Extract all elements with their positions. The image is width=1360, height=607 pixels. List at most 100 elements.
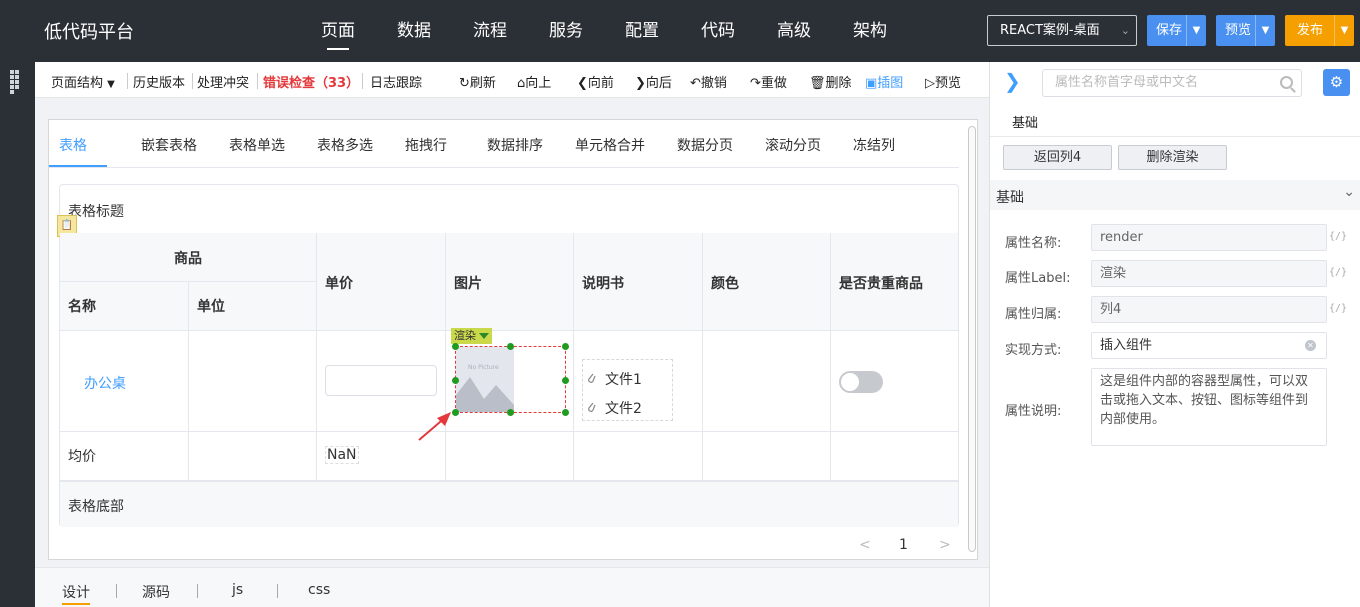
nav-service[interactable]: 服务	[528, 0, 604, 62]
clear-icon[interactable]: ✕	[1305, 340, 1316, 351]
nav-flow[interactable]: 流程	[452, 0, 528, 62]
header-price-label: 单价	[325, 276, 353, 292]
render-slot-tag[interactable]: 渲染	[451, 328, 492, 344]
image-icon: ▣	[865, 76, 878, 91]
tab-freeze-column[interactable]: 冻结列	[853, 135, 895, 155]
gear-icon[interactable]: ⚙	[1323, 69, 1350, 96]
tab-merge-cells[interactable]: 单元格合并	[575, 135, 645, 155]
move-up-button[interactable]: ⌂向上	[517, 72, 551, 91]
insert-image-button[interactable]: ▣插图	[865, 72, 903, 91]
conflict-button[interactable]: 处理冲突	[197, 72, 249, 91]
chevron-right-icon[interactable]: ❯	[1004, 69, 1021, 93]
redo-button[interactable]: ↷重做	[750, 72, 787, 91]
nav-architecture[interactable]: 架构	[832, 0, 908, 62]
save-button[interactable]: 保存 ▼	[1147, 15, 1206, 46]
next-page-button[interactable]: >	[939, 537, 951, 553]
property-search-input[interactable]: 属性名称首字母或中文名	[1042, 69, 1302, 97]
delete-render-button[interactable]: 删除渲染	[1118, 145, 1227, 170]
refresh-button[interactable]: ↻刷新	[459, 72, 496, 91]
image-placeholder[interactable]: No Picture	[456, 347, 514, 412]
prop-description: 这是组件内部的容器型属性，可以双击或拖入文本、按钮、图标等组件到内部使用。	[1091, 368, 1327, 446]
preview-button[interactable]: 预览 ▼	[1216, 15, 1275, 46]
cell-image: 渲染 No Picture	[446, 328, 574, 432]
error-check-button[interactable]: 错误检查（33）	[263, 72, 359, 91]
resize-handle[interactable]	[452, 343, 459, 350]
expression-icon[interactable]: {/}	[1329, 267, 1347, 278]
header-color-label: 颜色	[711, 276, 739, 292]
tab-nested-table[interactable]: 嵌套表格	[141, 135, 197, 155]
prop-label-field[interactable]: 渲染	[1091, 260, 1327, 287]
preview-page-button[interactable]: ▷预览	[925, 72, 961, 91]
back-to-column-button[interactable]: 返回列4	[1003, 145, 1112, 170]
resize-handle[interactable]	[452, 377, 459, 384]
tab-pagination[interactable]: 数据分页	[677, 135, 733, 155]
table-footer-row: 表格底部	[60, 481, 958, 527]
publish-button[interactable]: 发布 ▼	[1285, 15, 1354, 46]
undo-label: 撤销	[700, 76, 727, 91]
group-basic-header[interactable]: 基础 ⌄	[990, 180, 1360, 210]
prop-impl-select[interactable]: 插入组件 ✕	[1091, 332, 1327, 359]
cell-color	[703, 331, 831, 432]
prop-owner-field[interactable]: 列4	[1091, 296, 1327, 323]
tab-source[interactable]: 源码	[142, 582, 170, 602]
header-unit: 单位	[189, 282, 317, 331]
tab-basic[interactable]: 基础	[1012, 112, 1038, 131]
resize-handle[interactable]	[562, 343, 569, 350]
caret-down-icon[interactable]: ▼	[1255, 15, 1275, 46]
nav-page[interactable]: 页面	[300, 0, 376, 62]
play-icon: ▷	[925, 76, 935, 91]
move-forward-label: 向前	[587, 76, 614, 91]
valuable-toggle[interactable]	[839, 371, 883, 393]
delete-button[interactable]: 🗑删除	[809, 72, 852, 91]
delete-label: 删除	[825, 76, 852, 91]
expression-icon[interactable]: {/}	[1329, 231, 1347, 242]
price-input[interactable]	[325, 365, 437, 396]
image-selection[interactable]: No Picture	[452, 343, 569, 416]
undo-button[interactable]: ↶撤销	[690, 72, 727, 91]
page-frame: 表格 嵌套表格 表格单选 表格多选 拖拽行 数据排序 单元格合并 数据分页 滚动…	[48, 119, 978, 560]
page-structure-dropdown[interactable]: 页面结构 ▼	[51, 72, 115, 91]
nav-config[interactable]: 配置	[604, 0, 680, 62]
render-tag-label: 渲染	[454, 329, 476, 342]
tab-drag-row[interactable]: 拖拽行	[405, 135, 447, 155]
table-component[interactable]: 表格标题 📋 商品 名称 单位 单价 图片 说明书 颜色 是否贵重商品 办公桌 …	[57, 184, 959, 527]
resize-handle[interactable]	[562, 377, 569, 384]
nav-data[interactable]: 数据	[376, 0, 452, 62]
resize-handle[interactable]	[562, 409, 569, 416]
prop-desc-label: 属性说明:	[1005, 404, 1062, 419]
resize-handle[interactable]	[507, 343, 514, 350]
tab-scroll-pagination[interactable]: 滚动分页	[765, 135, 821, 155]
product-name-link[interactable]: 办公桌	[84, 373, 126, 393]
page-structure-label: 页面结构	[51, 76, 104, 91]
chevron-down-icon: ⌄	[1343, 184, 1355, 200]
page-number[interactable]: 1	[899, 537, 908, 553]
cell-valuable	[831, 331, 958, 432]
history-button[interactable]: 历史版本	[133, 72, 185, 91]
move-forward-button[interactable]: ❮向前	[577, 72, 614, 91]
vertical-scrollbar[interactable]	[968, 126, 976, 552]
header-valuable: 是否贵重商品	[831, 233, 958, 331]
publish-label: 发布	[1297, 23, 1324, 38]
apps-grid-icon[interactable]	[10, 70, 24, 94]
resize-handle[interactable]	[507, 409, 514, 416]
tab-multi-select[interactable]: 表格多选	[317, 135, 373, 155]
tab-sort[interactable]: 数据排序	[487, 135, 543, 155]
prop-impl-label: 实现方式:	[1005, 343, 1062, 358]
tab-css[interactable]: css	[308, 582, 330, 598]
prop-impl-value: 插入组件	[1100, 338, 1153, 353]
tab-table[interactable]: 表格	[59, 135, 87, 155]
header-image-label: 图片	[454, 276, 482, 292]
tab-js[interactable]: js	[232, 582, 243, 598]
nav-code[interactable]: 代码	[680, 0, 756, 62]
prev-page-button[interactable]: <	[859, 537, 871, 553]
tab-design[interactable]: 设计	[62, 582, 90, 605]
prop-name-field[interactable]: render	[1091, 224, 1327, 251]
caret-down-icon[interactable]: ▼	[1186, 15, 1206, 46]
nav-advanced[interactable]: 高级	[756, 0, 832, 62]
tab-single-select[interactable]: 表格单选	[229, 135, 285, 155]
expression-icon[interactable]: {/}	[1329, 303, 1347, 314]
env-select[interactable]: REACT案例-桌面 ⌄	[987, 15, 1137, 46]
caret-down-icon[interactable]: ▼	[1334, 15, 1354, 46]
move-backward-button[interactable]: ❯向后	[635, 72, 672, 91]
log-button[interactable]: 日志跟踪	[370, 72, 422, 91]
